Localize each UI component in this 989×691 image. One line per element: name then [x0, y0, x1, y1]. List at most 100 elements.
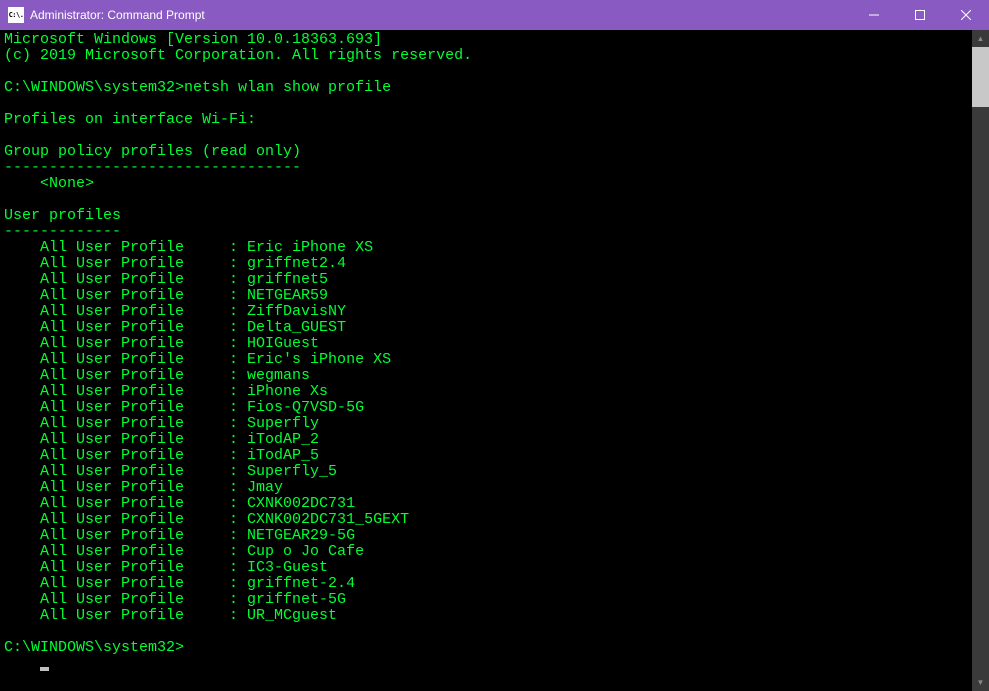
scroll-down-button[interactable]: ▼ [972, 674, 989, 691]
profile-name: griffnet2.4 [247, 255, 346, 272]
profile-row: All User Profile : Jmay [4, 479, 283, 496]
profile-row: All User Profile : wegmans [4, 367, 310, 384]
profile-name: CXNK002DC731 [247, 495, 355, 512]
divider: ------------- [4, 223, 121, 240]
profile-row: All User Profile : griffnet-5G [4, 591, 346, 608]
heading-user-profiles: User profiles [4, 207, 121, 224]
profile-label: All User Profile : [4, 479, 247, 496]
minimize-button[interactable] [851, 0, 897, 30]
profile-label: All User Profile : [4, 495, 247, 512]
profile-row: All User Profile : IC3-Guest [4, 559, 328, 576]
maximize-button[interactable] [897, 0, 943, 30]
none-label: <None> [4, 175, 94, 192]
content-area: Microsoft Windows [Version 10.0.18363.69… [0, 30, 989, 691]
profile-label: All User Profile : [4, 335, 247, 352]
profile-name: iTodAP_2 [247, 431, 319, 448]
profile-row: All User Profile : Fios-Q7VSD-5G [4, 399, 364, 416]
profile-name: griffnet-2.4 [247, 575, 355, 592]
divider: --------------------------------- [4, 159, 301, 176]
heading-interface: Profiles on interface Wi-Fi: [4, 111, 256, 128]
profile-name: CXNK002DC731_5GEXT [247, 511, 409, 528]
prompt: C:\WINDOWS\system32> [4, 639, 184, 656]
profile-name: Delta_GUEST [247, 319, 346, 336]
scroll-up-button[interactable]: ▲ [972, 30, 989, 47]
profile-row: All User Profile : ZiffDavisNY [4, 303, 346, 320]
profile-row: All User Profile : HOIGuest [4, 335, 319, 352]
profile-label: All User Profile : [4, 383, 247, 400]
profile-name: griffnet5 [247, 271, 328, 288]
profile-name: HOIGuest [247, 335, 319, 352]
profile-name: iTodAP_5 [247, 447, 319, 464]
profile-name: NETGEAR29-5G [247, 527, 355, 544]
prompt-line: C:\WINDOWS\system32> [4, 639, 184, 656]
profile-name: ZiffDavisNY [247, 303, 346, 320]
profile-name: IC3-Guest [247, 559, 328, 576]
profile-label: All User Profile : [4, 303, 247, 320]
cursor-line [4, 655, 49, 672]
profile-row: All User Profile : Eric iPhone XS [4, 239, 373, 256]
profile-row: All User Profile : griffnet-2.4 [4, 575, 355, 592]
profile-name: Jmay [247, 479, 283, 496]
profile-label: All User Profile : [4, 463, 247, 480]
profile-label: All User Profile : [4, 543, 247, 560]
profile-label: All User Profile : [4, 255, 247, 272]
profile-label: All User Profile : [4, 559, 247, 576]
copyright-line: (c) 2019 Microsoft Corporation. All righ… [4, 47, 472, 64]
profile-name: Eric iPhone XS [247, 239, 373, 256]
profile-label: All User Profile : [4, 239, 247, 256]
close-button[interactable] [943, 0, 989, 30]
profile-row: All User Profile : Superfly [4, 415, 319, 432]
profile-label: All User Profile : [4, 607, 247, 624]
profile-name: griffnet-5G [247, 591, 346, 608]
profile-row: All User Profile : griffnet2.4 [4, 255, 346, 272]
profile-label: All User Profile : [4, 367, 247, 384]
profile-row: All User Profile : iTodAP_5 [4, 447, 319, 464]
titlebar[interactable]: C:\. Administrator: Command Prompt [0, 0, 989, 30]
profile-label: All User Profile : [4, 527, 247, 544]
profile-name: Cup o Jo Cafe [247, 543, 364, 560]
prompt-line: C:\WINDOWS\system32>netsh wlan show prof… [4, 79, 391, 96]
version-line: Microsoft Windows [Version 10.0.18363.69… [4, 31, 382, 48]
profile-row: All User Profile : Cup o Jo Cafe [4, 543, 364, 560]
profile-row: All User Profile : UR_MCguest [4, 607, 337, 624]
profile-label: All User Profile : [4, 399, 247, 416]
profile-name: iPhone Xs [247, 383, 328, 400]
profile-name: Fios-Q7VSD-5G [247, 399, 364, 416]
scroll-thumb[interactable] [972, 47, 989, 107]
profile-row: All User Profile : Superfly_5 [4, 463, 337, 480]
profile-row: All User Profile : griffnet5 [4, 271, 328, 288]
profile-name: Superfly_5 [247, 463, 337, 480]
scrollbar[interactable]: ▲ ▼ [972, 30, 989, 691]
profile-label: All User Profile : [4, 431, 247, 448]
profile-label: All User Profile : [4, 415, 247, 432]
profile-row: All User Profile : CXNK002DC731 [4, 495, 355, 512]
close-icon [961, 10, 971, 20]
cmd-window: C:\. Administrator: Command Prompt Micro… [0, 0, 989, 691]
profile-name: wegmans [247, 367, 310, 384]
profile-row: All User Profile : iPhone Xs [4, 383, 328, 400]
terminal-output[interactable]: Microsoft Windows [Version 10.0.18363.69… [0, 30, 972, 691]
profile-row: All User Profile : NETGEAR29-5G [4, 527, 355, 544]
profile-label: All User Profile : [4, 511, 247, 528]
profile-label: All User Profile : [4, 575, 247, 592]
profile-label: All User Profile : [4, 287, 247, 304]
command-text: netsh wlan show profile [184, 79, 391, 96]
profile-label: All User Profile : [4, 351, 247, 368]
profile-name: NETGEAR59 [247, 287, 328, 304]
prompt: C:\WINDOWS\system32> [4, 79, 184, 96]
profile-row: All User Profile : iTodAP_2 [4, 431, 319, 448]
profile-row: All User Profile : NETGEAR59 [4, 287, 328, 304]
profile-row: All User Profile : Eric's iPhone XS [4, 351, 391, 368]
profile-label: All User Profile : [4, 447, 247, 464]
profile-label: All User Profile : [4, 591, 247, 608]
profile-label: All User Profile : [4, 271, 247, 288]
minimize-icon [869, 10, 879, 20]
profile-label: All User Profile : [4, 319, 247, 336]
profile-row: All User Profile : Delta_GUEST [4, 319, 346, 336]
cmd-icon: C:\. [8, 7, 24, 23]
profile-name: Eric's iPhone XS [247, 351, 391, 368]
heading-group-policy: Group policy profiles (read only) [4, 143, 301, 160]
profile-row: All User Profile : CXNK002DC731_5GEXT [4, 511, 409, 528]
cursor [40, 667, 49, 671]
profile-name: UR_MCguest [247, 607, 337, 624]
